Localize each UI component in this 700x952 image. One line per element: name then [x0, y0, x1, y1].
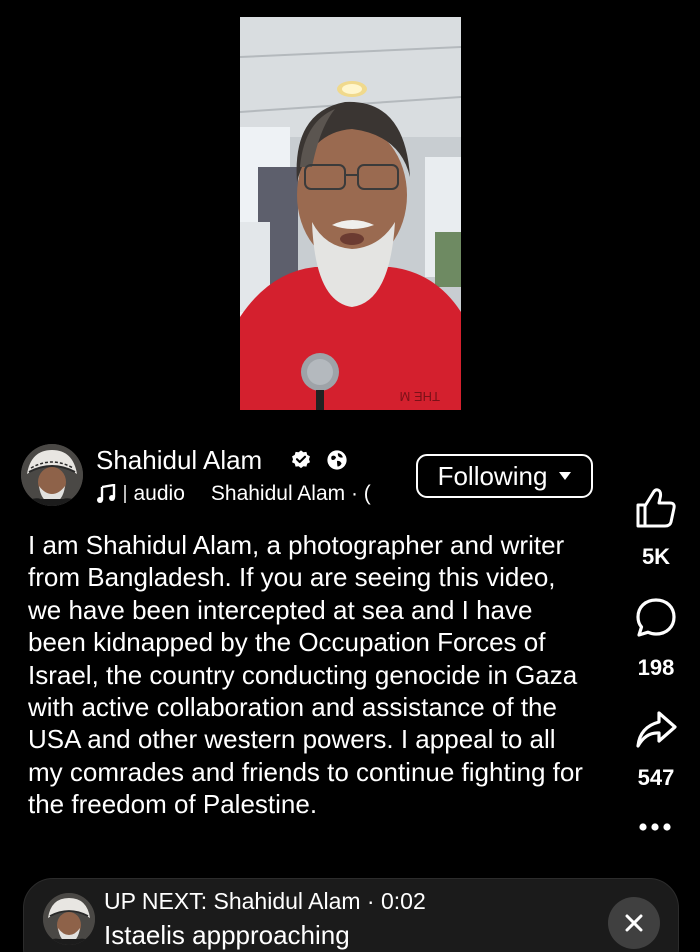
chevron-down-icon: [559, 472, 572, 480]
up-next-card[interactable]: UP NEXT: Shahidul Alam · 0:02 Istaelis a…: [23, 878, 679, 952]
author-avatar[interactable]: [21, 444, 83, 506]
thumbs-up-icon[interactable]: [634, 486, 678, 530]
avatar-image: [21, 444, 83, 506]
audio-label: audio: [133, 482, 185, 505]
share-count: 547: [637, 765, 675, 790]
author-name[interactable]: Shahidul Alam: [96, 444, 262, 476]
more-icon[interactable]: [637, 818, 673, 836]
verified-badge-icon: [292, 450, 310, 469]
up-next-title: UP NEXT: Shahidul Alam · 0:02: [104, 888, 426, 914]
audio-separator: [124, 485, 126, 503]
audio-row[interactable]: audio Shahidul Alam · (: [96, 480, 396, 508]
up-next-avatar-image: [43, 893, 95, 945]
following-button[interactable]: Following: [416, 454, 593, 498]
share-icon[interactable]: [634, 708, 678, 752]
post-caption: I am Shahidul Alam, a photographer and w…: [28, 530, 583, 820]
comment-count: 198: [637, 655, 675, 680]
following-label: Following: [437, 460, 548, 491]
like-count: 5K: [641, 544, 671, 569]
close-icon: [625, 914, 643, 932]
close-up-next-button[interactable]: [608, 897, 660, 949]
svg-text:THE M: THE M: [400, 389, 440, 404]
comment-icon[interactable]: [634, 596, 678, 640]
globe-icon: [327, 450, 347, 470]
up-next-avatar: [43, 893, 95, 945]
music-note-icon: [97, 484, 116, 503]
audio-artist: Shahidul Alam · (: [210, 482, 371, 505]
video-frame: THE M: [240, 17, 461, 410]
up-next-subtitle: Istaelis appproaching: [104, 920, 350, 950]
video-player[interactable]: THE M: [240, 17, 461, 410]
